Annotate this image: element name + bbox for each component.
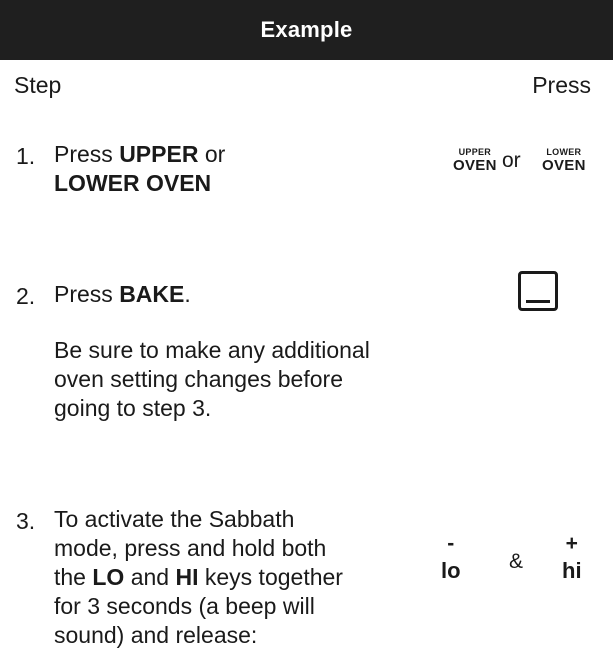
upper-oven-key: UPPER OVEN	[453, 147, 497, 174]
step-2-text: Press BAKE.	[54, 280, 404, 309]
bake-key-bar	[526, 300, 550, 303]
step-3-text: To activate the Sabbath mode, press and …	[54, 506, 343, 648]
step-2-note: Be sure to make any additional oven sett…	[54, 337, 370, 421]
step-2-line-1: Press BAKE.	[54, 281, 191, 307]
step-2-number: 2.	[16, 283, 36, 309]
minus-icon: -	[447, 532, 455, 555]
step-1-number: 1.	[16, 143, 36, 169]
step-3-number: 3.	[16, 508, 36, 534]
step-1-line-2: LOWER OVEN	[54, 170, 212, 196]
column-header-press: Press	[532, 72, 591, 98]
bake-key-icon	[518, 271, 558, 311]
lo-key: - lo	[441, 532, 461, 583]
ampersand-label: &	[509, 550, 524, 573]
lower-oven-key: LOWER OVEN	[542, 147, 586, 174]
step-1-line-1: Press UPPER or	[54, 141, 226, 167]
column-header-step: Step	[14, 72, 62, 98]
or-label: or	[502, 149, 521, 172]
header-bar: Example	[0, 0, 613, 60]
plus-icon: +	[565, 532, 578, 555]
hi-key: + hi	[562, 532, 582, 583]
step-1-text: Press UPPER or LOWER OVEN	[54, 140, 404, 198]
page-title: Example	[260, 17, 353, 42]
